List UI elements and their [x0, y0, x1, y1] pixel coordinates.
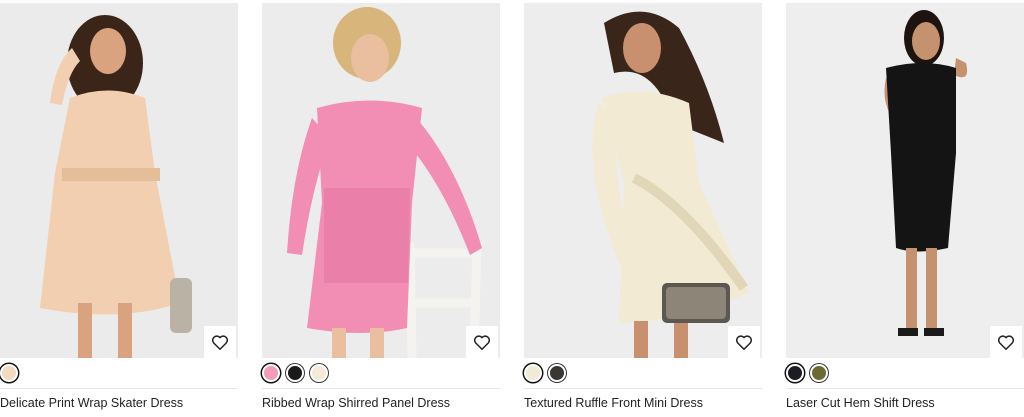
color-swatch[interactable] — [286, 364, 304, 382]
product-name[interactable]: Textured Ruffle Front Mini Dress — [524, 396, 703, 410]
product-image[interactable] — [0, 3, 238, 358]
divider — [262, 388, 500, 389]
product-photo — [0, 3, 238, 358]
product-photo — [786, 3, 1024, 358]
color-swatch[interactable] — [548, 364, 566, 382]
wishlist-button[interactable] — [728, 326, 760, 358]
color-swatch[interactable] — [0, 364, 18, 382]
wishlist-button[interactable] — [204, 326, 236, 358]
product-card — [786, 3, 1024, 394]
product-image[interactable] — [262, 3, 500, 358]
heart-outline-icon — [473, 334, 491, 350]
heart-outline-icon — [735, 334, 753, 350]
product-image[interactable] — [786, 3, 1024, 358]
product-name[interactable]: Ribbed Wrap Shirred Panel Dress — [262, 396, 450, 410]
divider — [524, 388, 762, 389]
heart-outline-icon — [211, 334, 229, 350]
product-photo — [262, 3, 500, 358]
product-card — [262, 3, 500, 394]
wishlist-button[interactable] — [990, 326, 1022, 358]
color-swatch[interactable] — [810, 364, 828, 382]
product-card — [0, 3, 238, 394]
color-swatch[interactable] — [524, 364, 542, 382]
divider — [0, 388, 238, 389]
product-image[interactable] — [524, 3, 762, 358]
color-swatches — [262, 364, 500, 394]
product-card — [524, 3, 762, 394]
color-swatches — [0, 364, 238, 394]
wishlist-button[interactable] — [466, 326, 498, 358]
color-swatch[interactable] — [786, 364, 804, 382]
color-swatch[interactable] — [310, 364, 328, 382]
color-swatches — [786, 364, 1024, 394]
product-name[interactable]: Delicate Print Wrap Skater Dress — [0, 396, 183, 410]
product-grid: Delicate Print Wrap Skater Dress Ribbed … — [0, 0, 1024, 417]
product-photo — [524, 3, 762, 358]
heart-outline-icon — [997, 334, 1015, 350]
divider — [786, 388, 1024, 389]
color-swatches — [524, 364, 762, 394]
color-swatch[interactable] — [262, 364, 280, 382]
product-name[interactable]: Laser Cut Hem Shift Dress — [786, 396, 935, 410]
